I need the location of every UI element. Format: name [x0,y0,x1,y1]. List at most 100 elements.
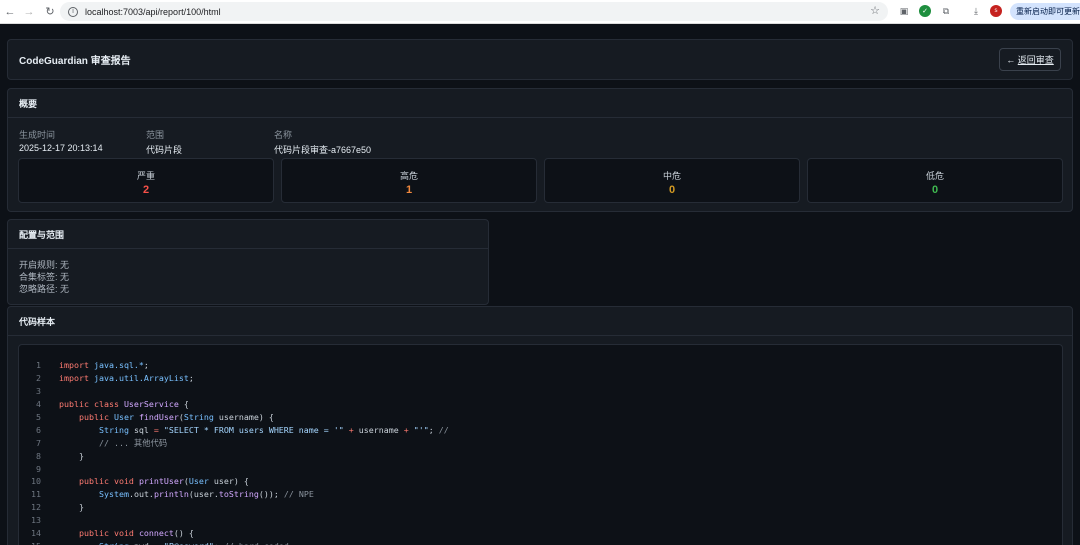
code-token: } [59,450,84,461]
code-line: 13 [19,514,1062,527]
code-token: // ... 其他代码 [98,437,168,448]
code-token: "P@ssword" [164,541,214,545]
stat-label: 高危 [399,171,418,181]
code-token: + [403,424,414,435]
code-token: "'" [413,424,429,435]
code-sample-panel: 代码样本 1 import java.sql.*; 2 import java.uti… [7,306,1073,545]
code-line: 7 // ... 其他代码 [19,436,1062,449]
code-token: pwd [134,541,154,545]
code-token: .out. [128,489,154,500]
code-text: import java.sql.*; [59,360,149,370]
back-to-review-button[interactable]: ← 返回审查 [999,48,1061,71]
extension-green-icon[interactable]: ✓ [919,5,931,17]
browser-toolbar: ← → ↻ i localhost:7003/api/report/100/ht… [0,0,1080,24]
code-token: user) { [213,476,249,487]
code-line: 10 public void printUser(User user) { [19,475,1062,488]
code-line: 11 System.out.println(user.toString()); … [19,488,1062,501]
back-arrow-icon[interactable]: ← [3,5,17,19]
code-token: java.sql.* [93,360,144,371]
meta-generated-time: 生成时间 2025-12-17 20:13:14 [19,128,103,153]
line-number: 15 [19,541,41,545]
code-text: public User findUser(String username) { [59,412,274,422]
back-button-label: 返回审查 [1017,55,1054,65]
stat-label: 严重 [136,171,155,181]
code-token: (user. [188,489,219,500]
code-token: public void [78,528,139,539]
line-number: 7 [36,437,41,448]
line-number: 13 [31,515,41,526]
code-token: println [153,489,189,500]
code-sample-heading: 代码样本 [8,307,1072,336]
forward-arrow-icon[interactable]: → [22,5,36,19]
profile-avatar-icon[interactable]: s [990,5,1002,17]
code-token: UserService [123,399,179,410]
code-token: User [113,412,139,422]
line-number: 11 [31,489,41,500]
meta-value: 代码片段审查-a7667e50 [274,145,372,155]
code-token: // [438,424,449,435]
report-header: CodeGuardian 审查报告 ← 返回审查 [7,39,1073,80]
meta-name: 名称 代码片段审查-a7667e50 [274,128,371,156]
line-number: 8 [36,450,41,461]
code-token: String [183,412,219,422]
stat-low: 低危 0 [807,158,1063,203]
code-token: String [99,541,134,545]
meta-scope: 范围 代码片段 [146,128,182,156]
code-text: public void printUser(User user) { [59,476,249,486]
code-token: public class [59,399,124,410]
arrow-left-icon: ← [1006,54,1018,65]
stat-label: 中危 [662,171,681,181]
update-button[interactable]: 重新启动即可更新 [1010,3,1080,20]
code-block: 1 import java.sql.*; 2 import java.util.Arr… [18,344,1063,545]
code-line: 9 [19,462,1062,475]
config-enabled-rules: 开启规则: 无 [19,260,70,270]
line-number: 10 [31,476,41,487]
stat-high: 高危 1 [281,158,537,203]
stat-count: 1 [405,184,413,196]
code-text: } [59,502,84,512]
meta-key: 名称 [274,130,293,140]
code-token: "SELECT * FROM users WHERE name = '" [163,424,349,435]
code-token: ; [143,360,149,371]
line-number: 14 [31,528,41,539]
code-line: 8 } [19,449,1062,462]
stat-count: 0 [931,184,939,196]
code-token: ; [428,424,439,435]
code-token: sql [133,424,154,435]
url-text[interactable]: localhost:7003/api/report/100/html [85,7,221,17]
code-line: 1 import java.sql.*; [19,359,1062,372]
reload-icon[interactable]: ↻ [43,5,57,19]
code-line: 2 import java.util.ArrayList; [19,372,1062,385]
line-number: 3 [36,386,41,397]
code-token: findUser [138,412,179,422]
extension-icon[interactable]: ▣ [898,5,910,17]
code-token: { [178,399,189,410]
bookmark-star-icon[interactable]: ☆ [870,4,880,17]
code-token: User [188,476,214,487]
code-token: = [153,424,164,435]
stat-medium: 中危 0 [544,158,800,203]
code-token: import [59,373,94,384]
code-text: public void connect() { [59,528,194,538]
line-number: 4 [36,399,41,410]
address-bar[interactable]: i localhost:7003/api/report/100/html ☆ [60,2,888,21]
code-token: } [59,502,84,513]
page-title: CodeGuardian 审查报告 [19,56,131,67]
code-token: printUser [138,476,184,487]
code-text: public class UserService { [59,399,189,409]
overview-heading: 概要 [8,89,1072,118]
code-token: username [358,424,404,435]
code-token: // NPE [283,489,314,500]
code-line: 14 public void connect() { [19,527,1062,540]
meta-key: 生成时间 [19,130,56,140]
config-panel: 配置与范围 开启规则: 无 合集标签: 无 忽略路径: 无 [7,219,489,305]
download-icon[interactable]: ⤓ [970,5,982,17]
extensions-puzzle-icon[interactable]: ⧉ [940,5,952,17]
config-heading: 配置与范围 [8,220,488,249]
site-info-icon[interactable]: i [68,6,78,17]
